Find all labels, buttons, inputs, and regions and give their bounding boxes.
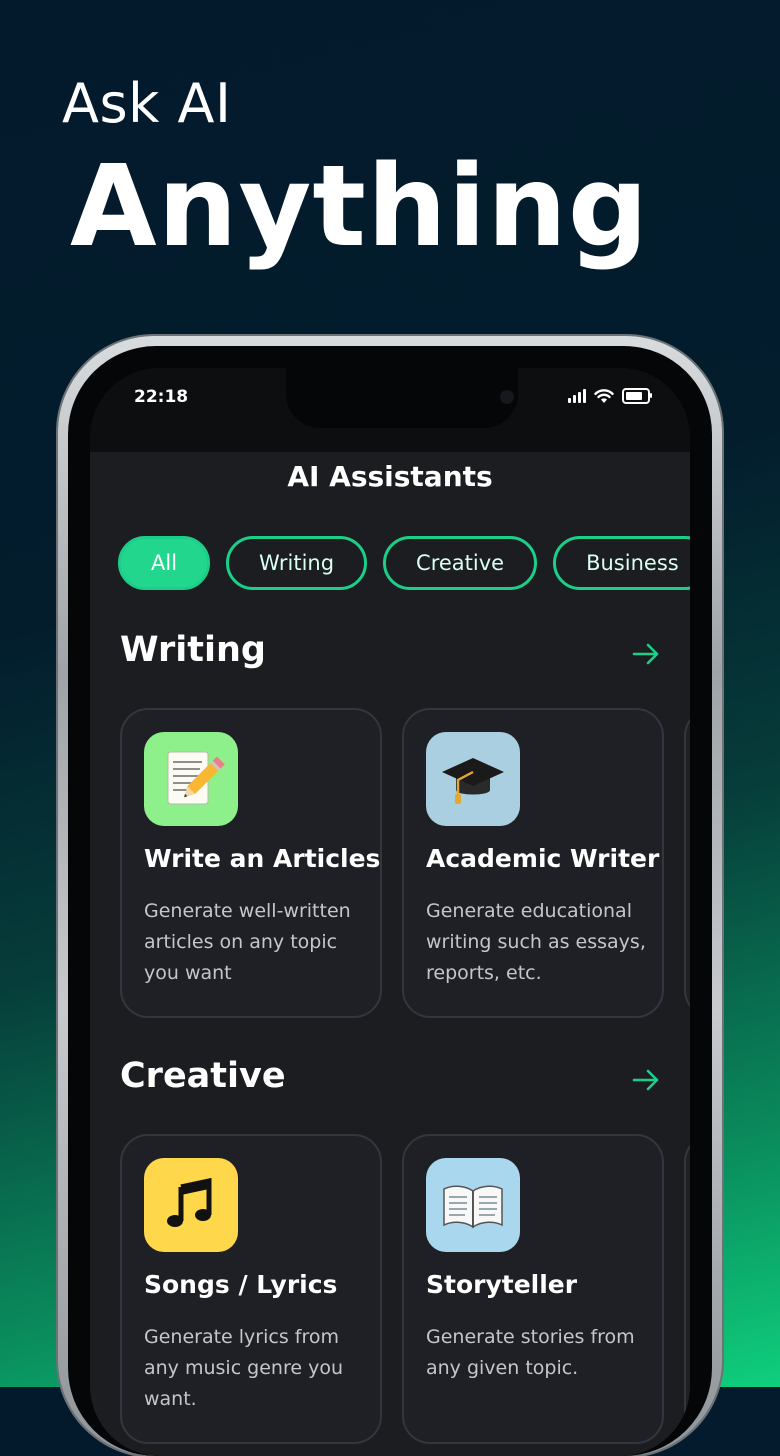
section-title-creative: Creative (120, 1056, 286, 1096)
card-title: Songs / Lyrics (144, 1270, 338, 1299)
card-description: Generate stories from any given topic. (426, 1326, 635, 1379)
assistant-card-storyteller[interactable]: Storyteller Generate stories from any gi… (402, 1134, 664, 1444)
assistant-card-partial[interactable] (684, 1134, 690, 1444)
card-title: Storyteller (426, 1270, 578, 1299)
chip-business[interactable]: Business (553, 536, 690, 590)
app-screen: 22:18 AI Assistants All Writing Creative… (90, 368, 690, 1456)
card-description: Generate well-written articles on any to… (144, 900, 351, 984)
dynamic-island (286, 368, 518, 428)
phone-frame: 22:18 AI Assistants All Writing Creative… (58, 336, 722, 1456)
wifi-icon (594, 388, 614, 403)
graduation-cap-icon (426, 732, 520, 826)
status-icons (568, 388, 652, 404)
promo-line-1: Ask AI (62, 72, 232, 135)
battery-icon (622, 388, 652, 404)
signal-icon (568, 389, 586, 403)
card-title: Write an Articles (144, 844, 381, 873)
card-description: Generate educational writing such as ess… (426, 900, 646, 984)
chip-creative[interactable]: Creative (383, 536, 538, 590)
music-note-icon (144, 1158, 238, 1252)
card-title: Academic Writer (426, 844, 660, 873)
arrow-right-icon[interactable] (632, 640, 660, 668)
arrow-right-icon[interactable] (632, 1066, 660, 1094)
chip-all[interactable]: All (118, 536, 211, 590)
assistant-card-academic-writer[interactable]: Academic Writer Generate educational wri… (402, 708, 664, 1018)
promo-line-2: Anything (70, 142, 649, 272)
pencil-paper-icon (144, 732, 238, 826)
assistant-card-write-articles[interactable]: Write an Articles Generate well-written … (120, 708, 382, 1018)
open-book-icon (426, 1158, 520, 1252)
assistant-card-partial[interactable] (684, 708, 690, 1018)
status-time: 22:18 (134, 387, 189, 407)
assistant-card-songs-lyrics[interactable]: Songs / Lyrics Generate lyrics from any … (120, 1134, 382, 1444)
chip-writing[interactable]: Writing (226, 536, 368, 590)
card-description: Generate lyrics from any music genre you… (144, 1326, 344, 1410)
phone-bezel: 22:18 AI Assistants All Writing Creative… (68, 346, 712, 1456)
category-chips: All Writing Creative Business (118, 536, 690, 590)
camera-icon (500, 390, 514, 404)
section-title-writing: Writing (120, 630, 266, 670)
status-bar: 22:18 (90, 368, 690, 452)
page-title: AI Assistants (287, 460, 493, 493)
